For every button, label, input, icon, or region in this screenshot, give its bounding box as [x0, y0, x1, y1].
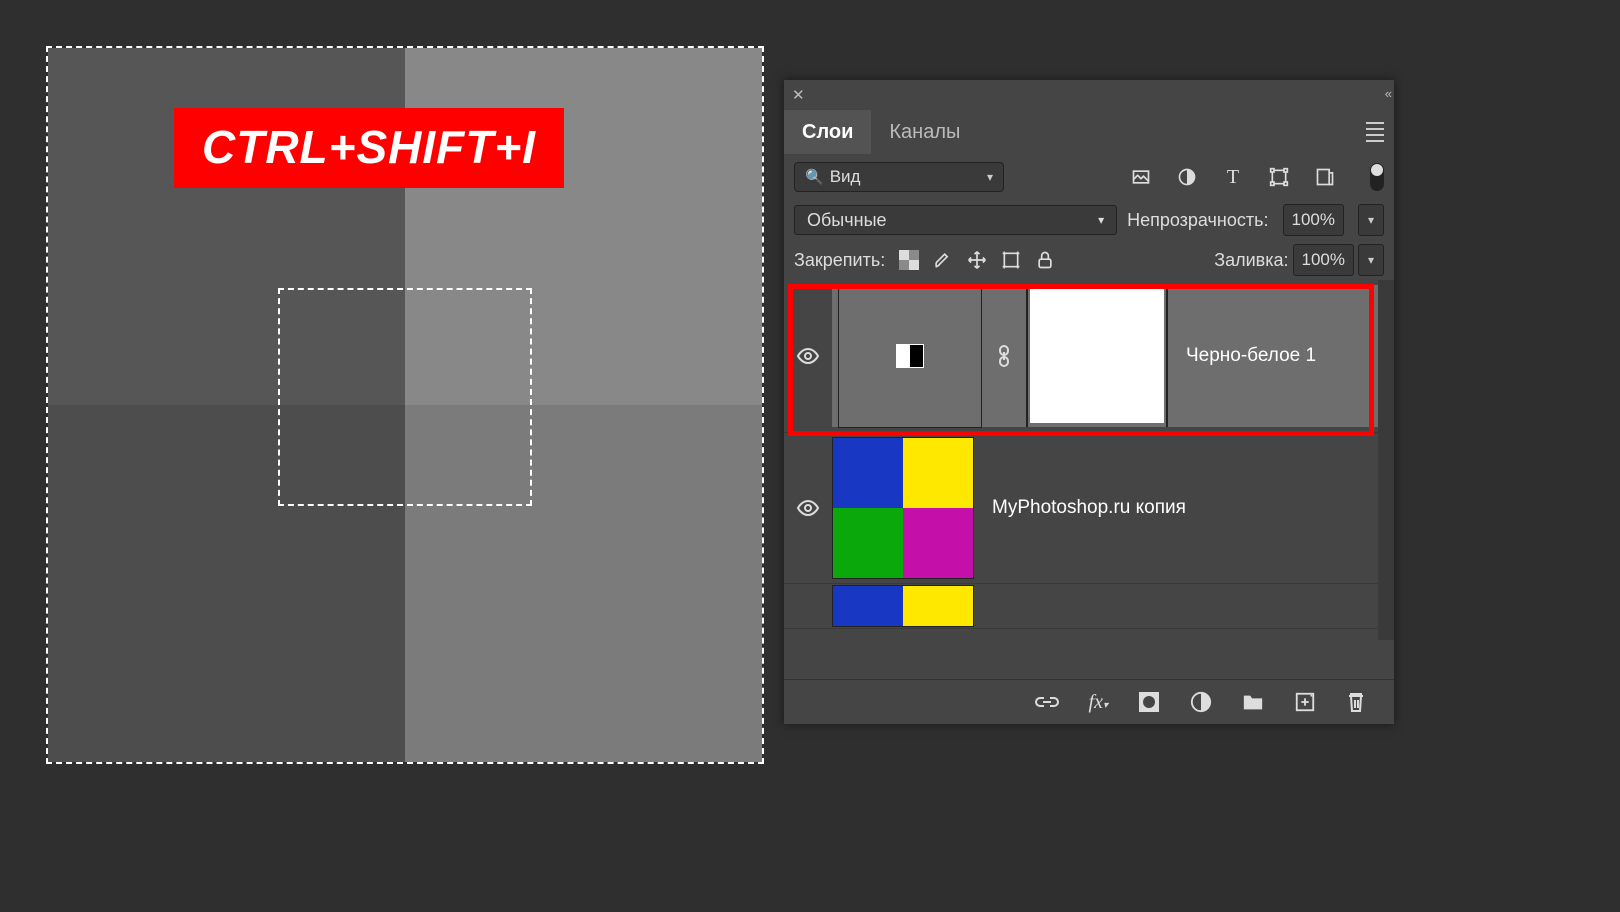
layer-visibility-toggle[interactable] — [784, 344, 832, 368]
new-layer-icon[interactable] — [1294, 691, 1316, 713]
delete-layer-icon[interactable] — [1346, 691, 1366, 713]
layer-effects-icon[interactable]: fx▾ — [1089, 691, 1108, 714]
panel-menu-icon[interactable] — [1366, 122, 1384, 142]
blend-mode-value: Обычные — [807, 210, 887, 231]
lock-move-icon[interactable] — [967, 250, 987, 270]
blend-opacity-row: Обычные ▾ Непрозрачность: 100% ▾ — [784, 200, 1394, 240]
fill-label: Заливка: — [1214, 250, 1288, 271]
layer-type-filter[interactable]: 🔍 Вид ▾ — [794, 162, 1004, 192]
add-mask-icon[interactable] — [1138, 691, 1160, 713]
chevron-down-icon: ▾ — [1098, 213, 1104, 227]
filter-label: Вид — [830, 167, 987, 187]
tab-channels[interactable]: Каналы — [871, 110, 978, 154]
blend-mode-select[interactable]: Обычные ▾ — [794, 205, 1117, 235]
chevron-down-icon: ▾ — [987, 170, 993, 184]
lock-brush-icon[interactable] — [933, 250, 953, 270]
collapse-icon[interactable]: « — [1385, 86, 1388, 101]
panel-tabs: Слои Каналы — [784, 110, 1394, 154]
panel-titlebar: ✕ « — [784, 80, 1394, 110]
tab-layers[interactable]: Слои — [784, 110, 871, 154]
layer-row[interactable]: Черно-белое 1 — [784, 280, 1394, 433]
opacity-label: Непрозрачность: — [1127, 210, 1268, 231]
selection-marquee[interactable] — [278, 288, 532, 506]
layers-panel-footer: fx▾ — [784, 679, 1394, 724]
layer-visibility-toggle[interactable] — [784, 496, 832, 520]
lock-all-icon[interactable] — [1035, 250, 1055, 270]
filter-toggle[interactable] — [1370, 163, 1384, 191]
adjustment-thumbnail[interactable] — [838, 284, 982, 428]
search-icon: 🔍 — [805, 168, 824, 186]
lock-transparency-icon[interactable] — [899, 250, 919, 270]
filter-pixel-icon[interactable] — [1130, 166, 1152, 188]
new-group-icon[interactable] — [1242, 692, 1264, 712]
filter-adjustment-icon[interactable] — [1176, 166, 1198, 188]
fill-chevron-icon[interactable]: ▾ — [1358, 244, 1384, 276]
layer-row[interactable]: MyPhotoshop.ru копия — [784, 433, 1394, 584]
opacity-chevron-icon[interactable]: ▾ — [1358, 204, 1384, 236]
filter-text-icon[interactable]: T — [1222, 166, 1244, 188]
layer-filter-row: 🔍 Вид ▾ T — [784, 154, 1394, 200]
lock-artboard-icon[interactable] — [1001, 250, 1021, 270]
layer-row[interactable] — [784, 584, 1394, 629]
black-white-icon — [896, 344, 924, 368]
layer-thumbnail[interactable] — [832, 437, 974, 579]
lock-label: Закрепить: — [794, 250, 885, 271]
layer-name[interactable]: MyPhotoshop.ru копия — [992, 497, 1186, 519]
close-icon[interactable]: ✕ — [792, 86, 805, 104]
filter-icons: T — [1130, 163, 1384, 191]
filter-smartobject-icon[interactable] — [1314, 166, 1336, 188]
layer-name[interactable]: Черно-белое 1 — [1186, 345, 1316, 367]
link-mask-icon[interactable] — [996, 344, 1012, 368]
new-adjustment-icon[interactable] — [1190, 691, 1212, 713]
layers-list: Черно-белое 1 MyPhotoshop.ru копия — [784, 280, 1394, 640]
opacity-value[interactable]: 100% — [1283, 204, 1344, 236]
lock-fill-row: Закрепить: Заливка: 100% ▾ — [784, 240, 1394, 280]
filter-shape-icon[interactable] — [1268, 166, 1290, 188]
fill-value[interactable]: 100% — [1293, 244, 1354, 276]
layer-thumbnail[interactable] — [832, 585, 974, 627]
mask-thumbnail[interactable] — [1026, 285, 1168, 427]
shortcut-overlay: CTRL+SHIFT+I — [174, 108, 564, 188]
link-layers-icon[interactable] — [1035, 692, 1059, 712]
layers-panel: ✕ « Слои Каналы 🔍 Вид ▾ T — [784, 80, 1394, 724]
